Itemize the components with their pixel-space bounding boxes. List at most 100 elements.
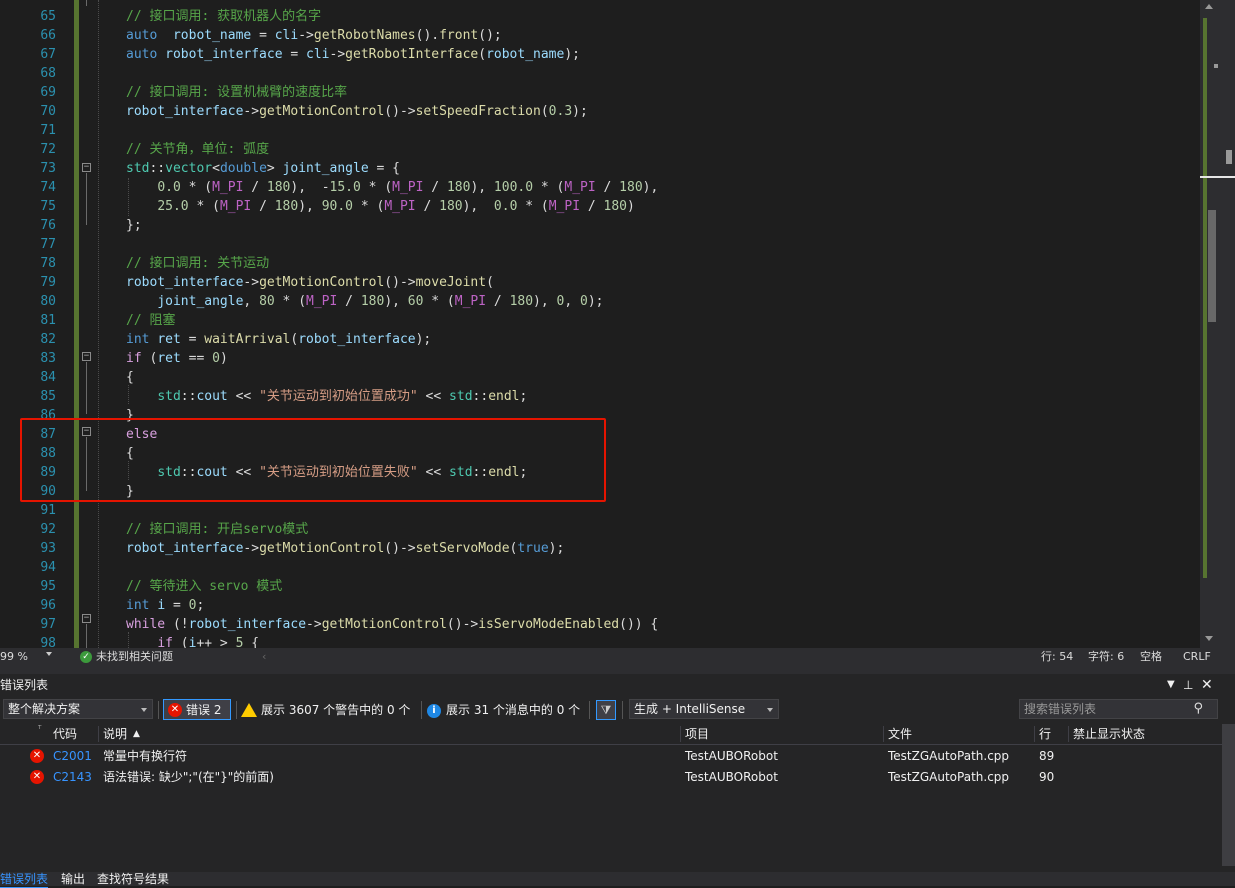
code-line[interactable]: int i = 0; bbox=[126, 596, 204, 615]
filter-icon[interactable]: ⧩ bbox=[596, 700, 616, 720]
error-code[interactable]: C2143 bbox=[53, 767, 92, 788]
issues-status[interactable]: 未找到相关问题 bbox=[96, 648, 173, 666]
vertical-scrollbar[interactable] bbox=[1200, 0, 1235, 648]
code-line[interactable]: robot_interface->getMotionControl()->set… bbox=[126, 102, 588, 121]
code-token: vector bbox=[165, 161, 213, 176]
code-line[interactable]: if (ret == 0) bbox=[126, 349, 228, 368]
error-icon: ✕ bbox=[168, 703, 182, 717]
line-ending[interactable]: CRLF bbox=[1183, 648, 1211, 666]
code-token: * ( bbox=[180, 180, 213, 195]
warning-icon[interactable] bbox=[241, 703, 257, 717]
pin-icon[interactable]: ⊥ bbox=[1183, 674, 1193, 696]
column-divider[interactable] bbox=[1068, 726, 1069, 742]
code-line[interactable]: 0.0 * (M_PI / 180), -15.0 * (M_PI / 180)… bbox=[126, 178, 658, 197]
panel-splitter[interactable] bbox=[0, 666, 1235, 674]
code-line[interactable]: auto robot_interface = cli->getRobotInte… bbox=[126, 45, 580, 64]
code-token: 0 bbox=[212, 351, 220, 366]
code-token: 0 bbox=[580, 294, 588, 309]
code-line[interactable]: joint_angle, 80 * (M_PI / 180), 60 * (M_… bbox=[126, 292, 604, 311]
code-token: * ( bbox=[274, 294, 307, 309]
column-divider[interactable] bbox=[1034, 726, 1035, 742]
collapse-icon[interactable]: − bbox=[82, 614, 91, 623]
warnings-filter-label[interactable]: 展示 3607 个警告中的 0 个 bbox=[261, 701, 410, 719]
scrollbar-thumb[interactable] bbox=[1208, 210, 1216, 322]
column-divider[interactable] bbox=[98, 726, 99, 742]
line-number: 74 bbox=[40, 180, 56, 195]
column-description[interactable]: 说明 bbox=[103, 724, 127, 744]
search-icon[interactable]: ⚲ bbox=[1193, 700, 1203, 718]
table-row[interactable]: ✕ C2001 常量中有换行符 TestAUBORobot TestZGAuto… bbox=[0, 746, 1222, 767]
errors-filter-button[interactable]: ✕ 错误 2 bbox=[163, 699, 231, 720]
code-line[interactable]: int ret = waitArrival(robot_interface); bbox=[126, 330, 431, 349]
code-token: * ( bbox=[517, 199, 549, 214]
tab-output[interactable]: 输出 bbox=[61, 871, 85, 887]
code-line[interactable]: while (!robot_interface->getMotionContro… bbox=[126, 615, 658, 634]
code-line[interactable]: // 关节角，单位: 弧度 bbox=[126, 140, 269, 159]
column-suppression-state[interactable]: 禁止显示状态 bbox=[1073, 724, 1145, 744]
code-token: robot_interface bbox=[165, 47, 283, 62]
column-code[interactable]: 代码 bbox=[53, 724, 77, 744]
error-icon: ✕ bbox=[30, 770, 44, 784]
code-line[interactable]: // 接口调用: 开启servo模式 bbox=[126, 520, 308, 539]
code-line[interactable]: robot_interface->getMotionControl()->set… bbox=[126, 539, 564, 558]
code-token: // 接口调用: 设置机械臂的速度比率 bbox=[126, 85, 348, 100]
code-token: M_PI bbox=[384, 199, 416, 214]
scroll-down-icon[interactable] bbox=[1205, 636, 1213, 641]
code-token: ( bbox=[172, 636, 189, 648]
code-token: 180 bbox=[509, 294, 534, 309]
dropdown-icon[interactable]: ▼ bbox=[1167, 674, 1175, 696]
code-token: * ( bbox=[533, 180, 565, 195]
build-intellisense-dropdown[interactable]: 生成 + IntelliSense bbox=[629, 699, 779, 719]
line-number: 79 bbox=[40, 275, 56, 290]
column-file[interactable]: 文件 bbox=[888, 724, 912, 744]
collapse-icon[interactable]: − bbox=[82, 352, 91, 361]
code-token: double bbox=[219, 161, 267, 176]
collapse-icon[interactable]: − bbox=[82, 163, 91, 172]
code-editor[interactable]: 65 66 67 68 69 70 71 72 73 74 75 76 77 78 79 80 81 82 83 84… bbox=[0, 0, 1235, 648]
table-row[interactable]: ✕ C2143 语法错误: 缺少";"(在"}"的前面) TestAUBORob… bbox=[0, 767, 1222, 788]
column-project[interactable]: 项目 bbox=[685, 724, 709, 744]
error-code[interactable]: C2001 bbox=[53, 746, 92, 767]
column-divider[interactable] bbox=[680, 726, 681, 742]
error-project: TestAUBORobot bbox=[685, 770, 778, 784]
zoom-dropdown-icon[interactable] bbox=[46, 652, 52, 656]
code-line[interactable]: }; bbox=[126, 216, 142, 235]
column-divider[interactable] bbox=[883, 726, 884, 742]
indent-guide bbox=[128, 632, 129, 648]
code-token: 100.0 bbox=[493, 180, 534, 195]
chevron-left-icon[interactable]: ‹ bbox=[262, 648, 266, 666]
code-line[interactable]: auto robot_name = cli->getRobotNames().f… bbox=[126, 26, 502, 45]
code-line[interactable]: // 等待进入 servo 模式 bbox=[126, 577, 282, 596]
scroll-marker bbox=[1214, 64, 1218, 68]
scope-dropdown[interactable]: 整个解决方案 bbox=[3, 699, 153, 719]
scroll-up-icon[interactable] bbox=[1205, 4, 1213, 9]
close-icon[interactable]: ✕ bbox=[1201, 674, 1213, 696]
tab-find-symbol-results[interactable]: 查找符号结果 bbox=[97, 871, 169, 887]
panel-vertical-scrollbar[interactable] bbox=[1222, 724, 1235, 866]
whitespace-mode[interactable]: 空格 bbox=[1140, 648, 1162, 666]
code-token: ); bbox=[587, 294, 604, 309]
code-token: / bbox=[415, 199, 440, 214]
line-number: 77 bbox=[40, 237, 56, 252]
code-line[interactable]: // 接口调用: 设置机械臂的速度比率 bbox=[126, 83, 347, 102]
code-line[interactable]: robot_interface->getMotionControl()->mov… bbox=[126, 273, 494, 292]
sort-indicator-icon[interactable]: ᵀ bbox=[38, 720, 41, 740]
code-line[interactable]: 25.0 * (M_PI / 180), 90.0 * (M_PI / 180)… bbox=[126, 197, 635, 216]
code-line[interactable]: if (i++ > 5 { bbox=[126, 634, 259, 648]
code-token: / bbox=[595, 180, 620, 195]
code-token: / bbox=[486, 294, 510, 309]
info-icon[interactable]: i bbox=[427, 704, 441, 718]
code-token: / bbox=[580, 199, 604, 214]
column-line[interactable]: 行 bbox=[1039, 724, 1051, 744]
code-line[interactable]: // 阻塞 bbox=[126, 311, 175, 330]
code-line[interactable]: // 接口调用: 关节运动 bbox=[126, 254, 269, 273]
code-line[interactable]: // 接口调用: 获取机器人的名字 bbox=[126, 7, 321, 26]
tab-error-list[interactable]: 错误列表 bbox=[0, 871, 49, 888]
search-input[interactable]: 搜索错误列表 ⚲ bbox=[1019, 699, 1218, 719]
code-token: // 阻塞 bbox=[126, 313, 176, 328]
zoom-level[interactable]: 99 % bbox=[0, 648, 28, 666]
code-line[interactable]: std::cout << "关节运动到初始位置成功" << std::endl; bbox=[126, 387, 527, 406]
code-line[interactable]: std::vector<double> joint_angle = { bbox=[126, 159, 400, 178]
messages-filter-label[interactable]: 展示 31 个消息中的 0 个 bbox=[446, 701, 580, 719]
